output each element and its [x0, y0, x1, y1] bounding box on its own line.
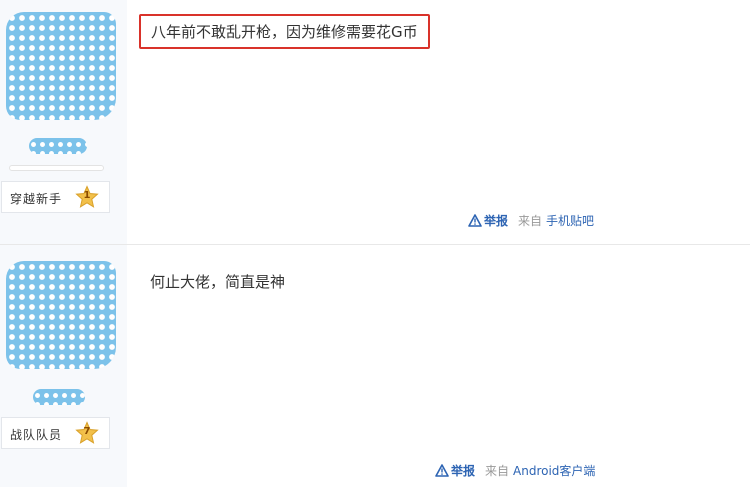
post-footer: 举报 来自 手机贴吧	[468, 212, 594, 229]
author-sidebar: 穿越新手 1	[0, 0, 127, 244]
post-footer: 举报 来自 Android客户端	[435, 462, 595, 479]
warning-triangle-icon	[468, 214, 482, 227]
post-content: 何止大佬，简直是神	[150, 273, 286, 291]
source-link[interactable]: Android客户端	[513, 462, 595, 479]
level-number: 7	[83, 426, 91, 437]
source-link[interactable]: 手机贴吧	[546, 212, 594, 229]
avatar[interactable]	[6, 12, 116, 120]
report-label: 举报	[484, 214, 509, 228]
source-prefix: 来自	[485, 464, 510, 478]
post-item: 战队队员 7 何止大佬，简直是神 举报 来自 Android客户端	[0, 245, 750, 487]
warning-triangle-icon	[435, 464, 449, 477]
experience-bar	[9, 165, 104, 171]
author-sidebar: 战队队员 7	[0, 245, 127, 487]
source-prefix: 来自	[518, 214, 543, 228]
level-badge[interactable]: 穿越新手 1	[1, 181, 110, 213]
avatar[interactable]	[6, 261, 116, 369]
level-badge[interactable]: 战队队员 7	[1, 417, 110, 449]
post-content: 八年前不敢乱开枪，因为维修需要花G币	[139, 14, 430, 49]
report-button[interactable]: 举报	[435, 462, 475, 479]
post-item: 穿越新手 1 八年前不敢乱开枪，因为维修需要花G币 举报 来自 手机贴吧	[0, 0, 750, 244]
report-button[interactable]: 举报	[468, 212, 508, 229]
username[interactable]	[33, 389, 85, 405]
username[interactable]	[29, 138, 87, 154]
level-title: 穿越新手	[10, 192, 63, 206]
level-number: 1	[83, 190, 91, 201]
level-title: 战队队员	[10, 428, 63, 442]
report-label: 举报	[451, 464, 476, 478]
